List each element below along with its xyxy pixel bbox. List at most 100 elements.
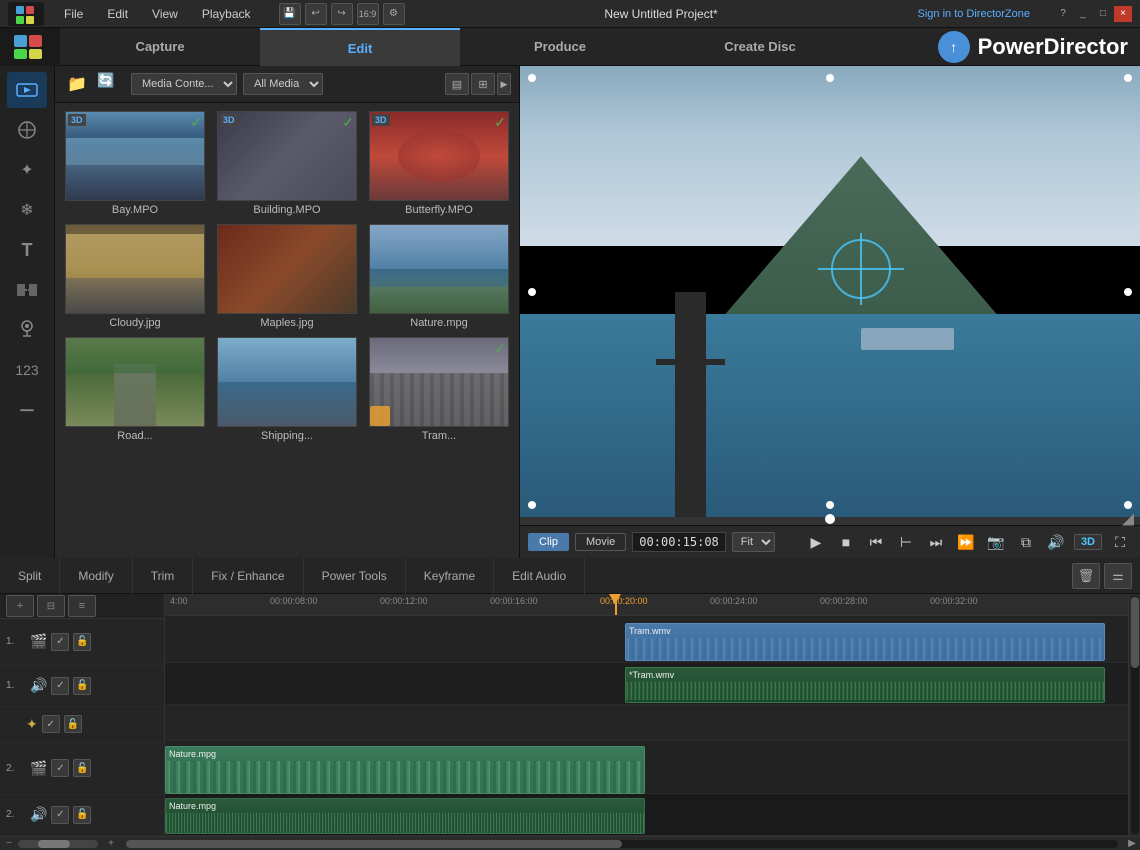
preview-progress-bar[interactable] <box>520 517 1140 525</box>
tab-create-disc[interactable]: Create Disc <box>660 28 860 66</box>
sidebar-subtitle[interactable]: ━━ <box>7 392 47 428</box>
track-add-button[interactable]: + <box>6 595 34 617</box>
scroll-v-thumb[interactable] <box>1131 597 1139 668</box>
close-button[interactable]: × <box>1114 6 1132 22</box>
sidebar-audio[interactable] <box>7 312 47 348</box>
h-scroll-track[interactable] <box>126 840 1118 848</box>
redo-button[interactable]: ↪ <box>331 3 353 25</box>
media-thumb-building: 3D ✓ <box>217 111 357 201</box>
view-list-button[interactable]: ▤ <box>445 73 469 95</box>
scroll-right-button[interactable]: ▶ <box>1124 838 1140 850</box>
media-item-maples[interactable]: Maples.jpg <box>215 224 359 329</box>
undo-button[interactable]: ↩ <box>305 3 327 25</box>
scroll-minus-button[interactable]: − <box>0 838 18 850</box>
view-grid-button[interactable]: ⊞ <box>471 73 495 95</box>
track-v2-toggle[interactable]: ✓ <box>51 759 69 777</box>
sidebar-effects[interactable] <box>7 112 47 148</box>
menu-edit[interactable]: Edit <box>103 5 132 23</box>
zoom-dropdown[interactable]: Fit <box>732 532 775 552</box>
menu-file[interactable]: File <box>60 5 87 23</box>
next-frame-button[interactable]: ⏭ <box>924 530 948 554</box>
tab-edit[interactable]: Edit <box>260 28 460 66</box>
track-a2-lock[interactable]: 🔓 <box>73 806 91 824</box>
prev-frame-button[interactable]: ⏮ <box>864 530 888 554</box>
tab-produce[interactable]: Produce <box>460 28 660 66</box>
clip-nature-a2[interactable]: Nature.mpg <box>165 798 645 834</box>
media-item-bay[interactable]: 3D ✓ Bay.MPO <box>63 111 207 216</box>
track-controls-fx: ✦ ✓ 🔓 <box>0 707 164 743</box>
menu-playback[interactable]: Playback <box>198 5 255 23</box>
h-scroll-thumb[interactable] <box>126 840 622 848</box>
stop-button[interactable]: ■ <box>834 530 858 554</box>
trim-left-button[interactable]: ⊢ <box>894 530 918 554</box>
delete-clip-button[interactable]: 🗑 <box>1072 563 1100 589</box>
track-fx-toggle[interactable]: ✓ <box>42 715 60 733</box>
tab-power-tools[interactable]: Power Tools <box>304 558 406 594</box>
tab-keyframe[interactable]: Keyframe <box>406 558 494 594</box>
clip-tram-a1[interactable]: *Tram.wmv <box>625 667 1105 703</box>
clip-tram-v1[interactable]: Tram.wmv <box>625 623 1105 661</box>
media-item-tram[interactable]: ✓ Tram... <box>367 337 511 442</box>
multi-cam-button[interactable]: ⊟ <box>37 595 65 617</box>
track-v2-lock[interactable]: 🔓 <box>73 759 91 777</box>
settings-button[interactable]: ⚙ <box>383 3 405 25</box>
tab-fix-enhance[interactable]: Fix / Enhance <box>193 558 303 594</box>
refresh-button[interactable]: 🔄 <box>97 72 125 96</box>
menu-view[interactable]: View <box>148 5 182 23</box>
media-item-building[interactable]: 3D ✓ Building.MPO <box>215 111 359 216</box>
sign-in-link[interactable]: Sign in to DirectorZone <box>918 8 1031 20</box>
zoom-slider[interactable] <box>18 840 98 848</box>
track-v1-toggle[interactable]: ✓ <box>51 633 69 651</box>
filter-dropdown[interactable]: All Media <box>243 73 323 95</box>
volume-button[interactable]: 🔊 <box>1044 530 1068 554</box>
anchor-tr <box>1124 74 1132 82</box>
collapse-panel-button[interactable]: ▶ <box>497 73 511 95</box>
save-button[interactable]: 💾 <box>279 3 301 25</box>
3d-button[interactable]: 3D <box>1074 534 1102 550</box>
media-item-nature[interactable]: ✓ Nature.mpg <box>367 224 511 329</box>
clip-nature-v2[interactable]: Nature.mpg <box>165 746 645 794</box>
media-item-shipping[interactable]: Shipping... <box>215 337 359 442</box>
more-options-button[interactable]: ⚌ <box>1104 563 1132 589</box>
sidebar-title[interactable]: T <box>7 232 47 268</box>
timeline-scrollbar-h[interactable]: − + ▶ <box>0 836 1140 850</box>
sidebar-slideshow[interactable]: 123 <box>7 352 47 388</box>
movie-button[interactable]: Movie <box>575 533 626 551</box>
scroll-plus-button[interactable]: + <box>102 838 120 850</box>
menubar: File Edit View Playback 💾 ↩ ↪ 16:9 ⚙ New… <box>0 0 1140 28</box>
track-a2-toggle[interactable]: ✓ <box>51 806 69 824</box>
track-a1-lock[interactable]: 🔓 <box>73 677 91 695</box>
tab-split[interactable]: Split <box>0 558 60 594</box>
fullscreen-button[interactable]: ⛶ <box>1108 530 1132 554</box>
fast-forward-button[interactable]: ⏩ <box>954 530 978 554</box>
help-button[interactable]: ? <box>1054 6 1072 22</box>
track-v1-lock[interactable]: 🔓 <box>73 633 91 651</box>
media-item-road[interactable]: Road... <box>63 337 207 442</box>
sidebar-transition[interactable] <box>7 272 47 308</box>
content-type-dropdown[interactable]: Media Conte... <box>131 73 237 95</box>
maximize-button[interactable]: □ <box>1094 6 1112 22</box>
play-button[interactable]: ▶ <box>804 530 828 554</box>
aspect-ratio-button[interactable]: 16:9 <box>357 3 379 25</box>
sidebar-media[interactable] <box>7 72 47 108</box>
timeline-ruler[interactable]: 4:00 00:00:08:00 00:00:12:00 00:00:16:00… <box>165 594 1128 616</box>
tab-capture[interactable]: Capture <box>60 28 260 66</box>
ruler-time-2: 00:00:12:00 <box>380 596 428 606</box>
tab-edit-audio[interactable]: Edit Audio <box>494 558 585 594</box>
sidebar-particles[interactable]: ❄ <box>7 192 47 228</box>
preview-scrubber[interactable] <box>825 514 835 524</box>
media-item-cloudy[interactable]: Cloudy.jpg <box>63 224 207 329</box>
open-folder-button[interactable]: 📁 <box>63 72 91 96</box>
sidebar-pip[interactable]: ✦ <box>7 152 47 188</box>
media-item-butterfly[interactable]: 3D ✓ Butterfly.MPO <box>367 111 511 216</box>
snapshot-button[interactable]: 📷 <box>984 530 1008 554</box>
minimize-button[interactable]: _ <box>1074 6 1092 22</box>
tab-trim[interactable]: Trim <box>133 558 194 594</box>
tab-modify[interactable]: Modify <box>60 558 132 594</box>
clip-button[interactable]: Clip <box>528 533 569 551</box>
pip-preview-button[interactable]: ⧉ <box>1014 530 1038 554</box>
timeline-scrollbar-v[interactable] <box>1128 594 1140 836</box>
track-list-button[interactable]: ≡ <box>68 595 96 617</box>
track-fx-lock[interactable]: 🔓 <box>64 715 82 733</box>
track-a1-toggle[interactable]: ✓ <box>51 677 69 695</box>
